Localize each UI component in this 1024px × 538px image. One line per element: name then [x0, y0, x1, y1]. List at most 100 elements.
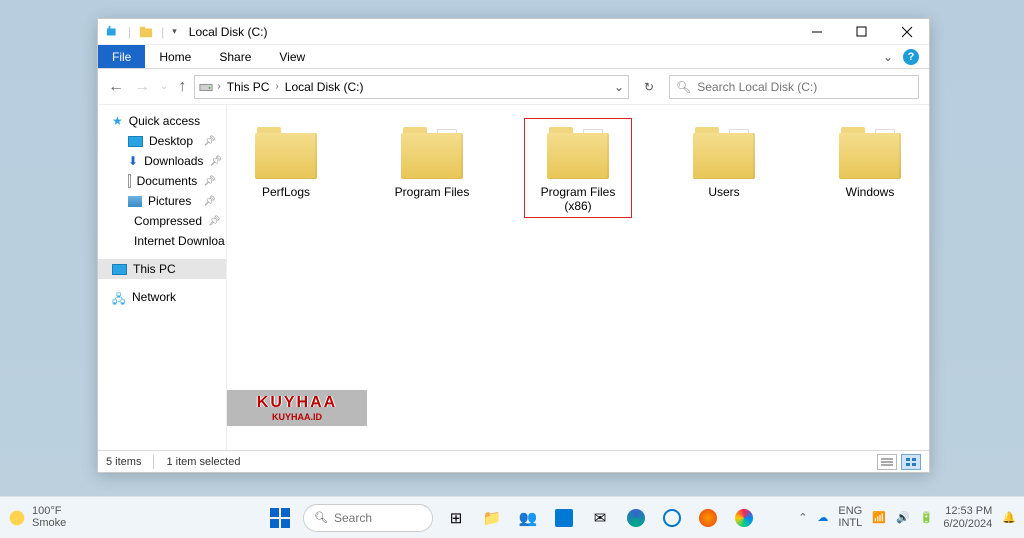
taskbar-app-teams[interactable]: 👥 [515, 505, 541, 531]
taskbar-app-store[interactable] [551, 505, 577, 531]
folder-icon [397, 123, 467, 181]
sidebar-item-compressed[interactable]: Compressed 📌︎ [98, 211, 226, 231]
maximize-button[interactable] [839, 19, 884, 45]
taskbar-app-copilot[interactable] [731, 505, 757, 531]
tab-file[interactable]: File [98, 45, 145, 68]
folder-label: PerfLogs [262, 185, 310, 199]
address-bar: ← → ⌄ ↑ › This PC › Local Disk (C:) ⌄ ↻ … [98, 69, 929, 105]
taskbar-search[interactable]: 🔍︎ [303, 504, 433, 532]
pin-icon: 📌︎ [203, 196, 216, 207]
pin-icon: 📌︎ [203, 176, 216, 187]
folder-item[interactable]: Program Files (x86) [525, 119, 631, 217]
sidebar-item-pictures[interactable]: Pictures📌︎ [98, 191, 226, 211]
folder-icon [835, 123, 905, 181]
sidebar-this-pc[interactable]: This PC [98, 259, 226, 279]
sidebar-item-downloads[interactable]: ⬇Downloads📌︎ [98, 151, 226, 171]
taskbar-app-firefox[interactable] [695, 505, 721, 531]
start-button[interactable] [267, 505, 293, 531]
system-icon[interactable] [106, 25, 120, 39]
sidebar-item-label: Documents [137, 174, 198, 188]
sidebar-item-documents[interactable]: Documents 📌︎ [98, 171, 226, 191]
sidebar-item-label: Downloads [144, 154, 203, 168]
forward-button[interactable]: → [134, 78, 150, 96]
sun-icon [8, 509, 26, 527]
clock[interactable]: 12:53 PM6/20/2024 [943, 505, 992, 529]
explorer-window: | | ▾ Local Disk (C:) File Home Share Vi… [97, 18, 930, 473]
taskbar-app-edge[interactable] [623, 505, 649, 531]
file-list[interactable]: PerfLogs Program Files Program Files (x86)… [227, 105, 929, 450]
details-view-button[interactable] [877, 454, 897, 470]
sidebar-network[interactable]: 🖧Network [98, 287, 226, 307]
tab-view[interactable]: View [265, 45, 319, 68]
language-indicator[interactable]: ENGINTL [838, 506, 862, 529]
close-button[interactable] [884, 19, 929, 45]
titlebar[interactable]: | | ▾ Local Disk (C:) [98, 19, 929, 45]
notifications-icon[interactable]: 🔔 [1002, 511, 1016, 524]
folder-item[interactable]: Users [671, 119, 777, 203]
date: 6/20/2024 [943, 518, 992, 530]
taskbar-search-input[interactable] [334, 511, 414, 525]
folder-item[interactable]: PerfLogs [233, 119, 339, 203]
chevron-right-icon[interactable]: › [217, 81, 220, 92]
taskbar[interactable]: 100°FSmoke 🔍︎ ⊞ 📁 👥 ✉ ⌃ ☁ ENGINTL 📶 🔊 🔋 … [0, 496, 1024, 538]
watermark-subtext: KUYHAA.ID [272, 412, 322, 422]
crumb-thispc[interactable]: This PC [225, 80, 272, 94]
task-view-button[interactable]: ⊞ [443, 505, 469, 531]
folder-item[interactable]: Program Files [379, 119, 485, 203]
sidebar-item-internet-downloads[interactable]: Internet Downloa📌︎ [98, 231, 226, 251]
desktop-icon [128, 136, 143, 147]
lang-line1: ENG [838, 505, 862, 517]
network-icon: 🖧 [112, 290, 126, 304]
lang-line2: INTL [838, 517, 862, 529]
pin-icon: 📌︎ [209, 156, 222, 167]
pin-icon: 📌︎ [208, 216, 221, 227]
documents-icon [128, 174, 131, 188]
star-icon: ★ [112, 114, 123, 128]
taskbar-app-explorer[interactable]: 📁 [479, 505, 505, 531]
divider-icon: | [161, 25, 164, 39]
tab-share[interactable]: Share [205, 45, 265, 68]
help-icon[interactable]: ? [903, 49, 919, 65]
sidebar-quick-access[interactable]: ★ Quick access [98, 111, 226, 131]
taskbar-app-mail[interactable]: ✉ [587, 505, 613, 531]
folder-label: Windows [846, 185, 895, 199]
weather-cond: Smoke [32, 518, 66, 530]
weather-widget[interactable]: 100°FSmoke [8, 506, 66, 529]
search-input[interactable] [697, 80, 912, 94]
divider [153, 455, 154, 469]
tray-overflow-icon[interactable]: ⌃ [798, 511, 807, 524]
drive-icon [199, 80, 213, 94]
tray-onedrive-icon[interactable]: ☁ [817, 511, 828, 524]
window-title: Local Disk (C:) [189, 25, 268, 39]
pin-icon: 📌︎ [203, 136, 216, 147]
up-button[interactable]: ↑ [178, 78, 186, 96]
folder-item[interactable]: Windows [817, 119, 923, 203]
refresh-button[interactable]: ↻ [637, 80, 661, 94]
ribbon-expand-icon[interactable]: ⌄ [883, 50, 893, 64]
battery-icon[interactable]: 🔋 [920, 511, 934, 524]
watermark-text: KUYHAA [257, 394, 337, 412]
sidebar: ★ Quick access Desktop📌︎ ⬇Downloads📌︎ Do… [98, 105, 227, 450]
back-button[interactable]: ← [108, 78, 124, 96]
chevron-right-icon[interactable]: › [275, 81, 278, 92]
sidebar-item-label: Compressed [134, 214, 202, 228]
recent-dropdown-icon[interactable]: ⌄ [160, 81, 168, 92]
breadcrumb[interactable]: › This PC › Local Disk (C:) ⌄ [194, 75, 629, 99]
sidebar-item-desktop[interactable]: Desktop📌︎ [98, 131, 226, 151]
crumb-drive[interactable]: Local Disk (C:) [283, 80, 366, 94]
taskbar-app-dell[interactable] [659, 505, 685, 531]
minimize-button[interactable] [794, 19, 839, 45]
tab-home[interactable]: Home [145, 45, 205, 68]
wifi-icon[interactable]: 📶 [872, 511, 886, 524]
search-box[interactable]: 🔍︎ [669, 75, 919, 99]
sidebar-item-label: Internet Downloa [134, 234, 225, 248]
address-dropdown-icon[interactable]: ⌄ [614, 80, 624, 94]
weather-temp: 100°F [32, 506, 66, 518]
icons-view-button[interactable] [901, 454, 921, 470]
sidebar-item-label: This PC [133, 262, 176, 276]
folder-icon[interactable] [139, 25, 153, 39]
status-count: 5 items [106, 456, 141, 468]
qa-dropdown-icon[interactable]: ▾ [172, 26, 177, 37]
ribbon: File Home Share View ⌄ ? [98, 45, 929, 69]
volume-icon[interactable]: 🔊 [896, 511, 910, 524]
